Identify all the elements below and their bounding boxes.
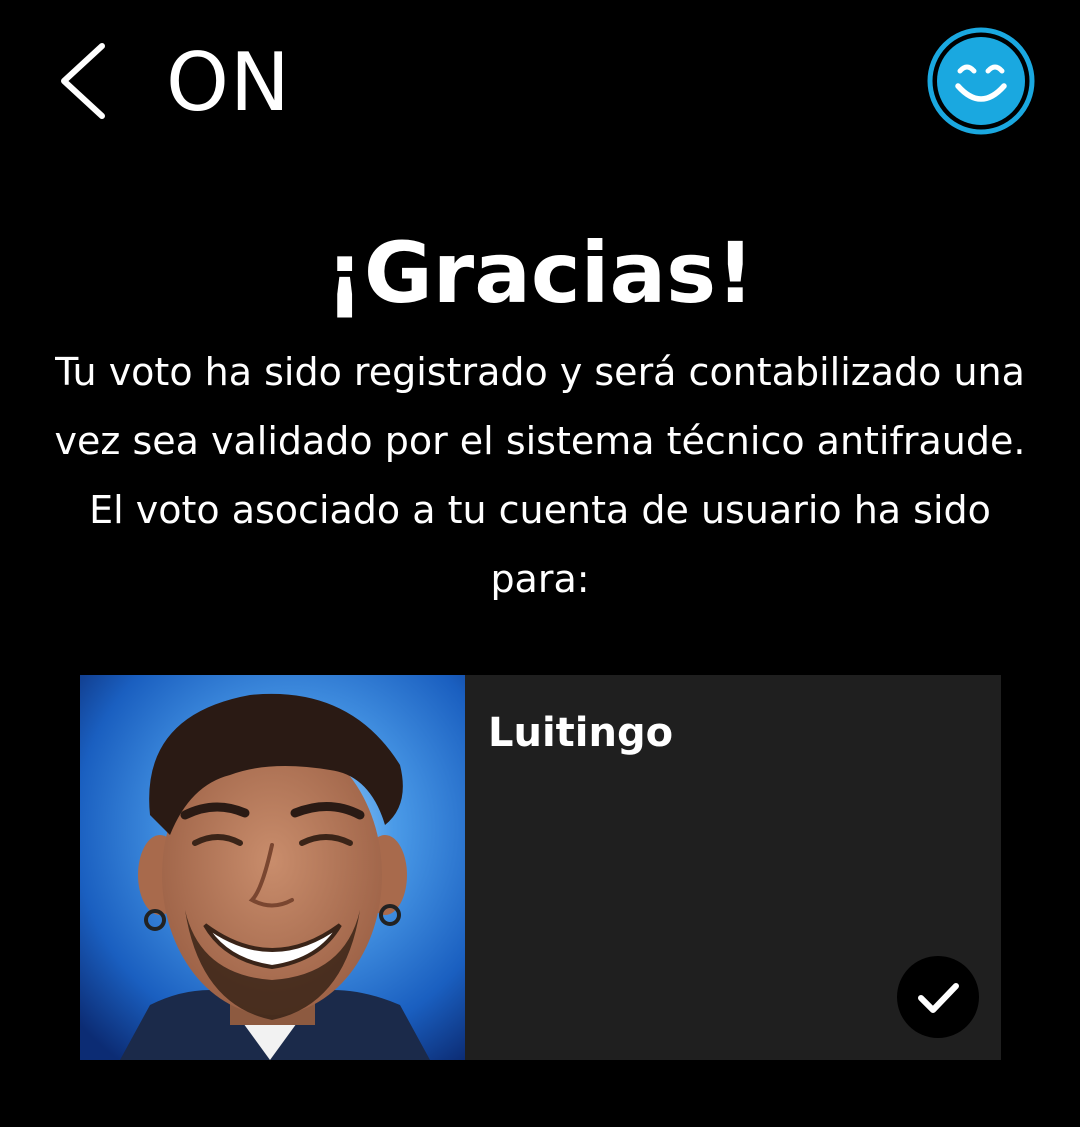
thank-you-heading: ¡Gracias! bbox=[325, 224, 755, 322]
page-title: ON bbox=[166, 36, 291, 129]
smiley-face-icon bbox=[927, 27, 1035, 135]
back-button[interactable] bbox=[52, 38, 116, 124]
chevron-left-icon bbox=[61, 43, 105, 119]
vote-confirmation-screen: ON ¡Gracias! Tu voto ha sido registrado … bbox=[0, 0, 1080, 1127]
checkmark-icon bbox=[918, 983, 959, 1013]
candidate-card[interactable]: Luitingo bbox=[80, 675, 1001, 1060]
selected-check-badge bbox=[897, 956, 979, 1038]
profile-button[interactable] bbox=[926, 26, 1036, 136]
candidate-photo bbox=[80, 675, 465, 1060]
candidate-name: Luitingo bbox=[488, 710, 674, 756]
vote-registered-message: Tu voto ha sido registrado y será contab… bbox=[54, 350, 1026, 601]
